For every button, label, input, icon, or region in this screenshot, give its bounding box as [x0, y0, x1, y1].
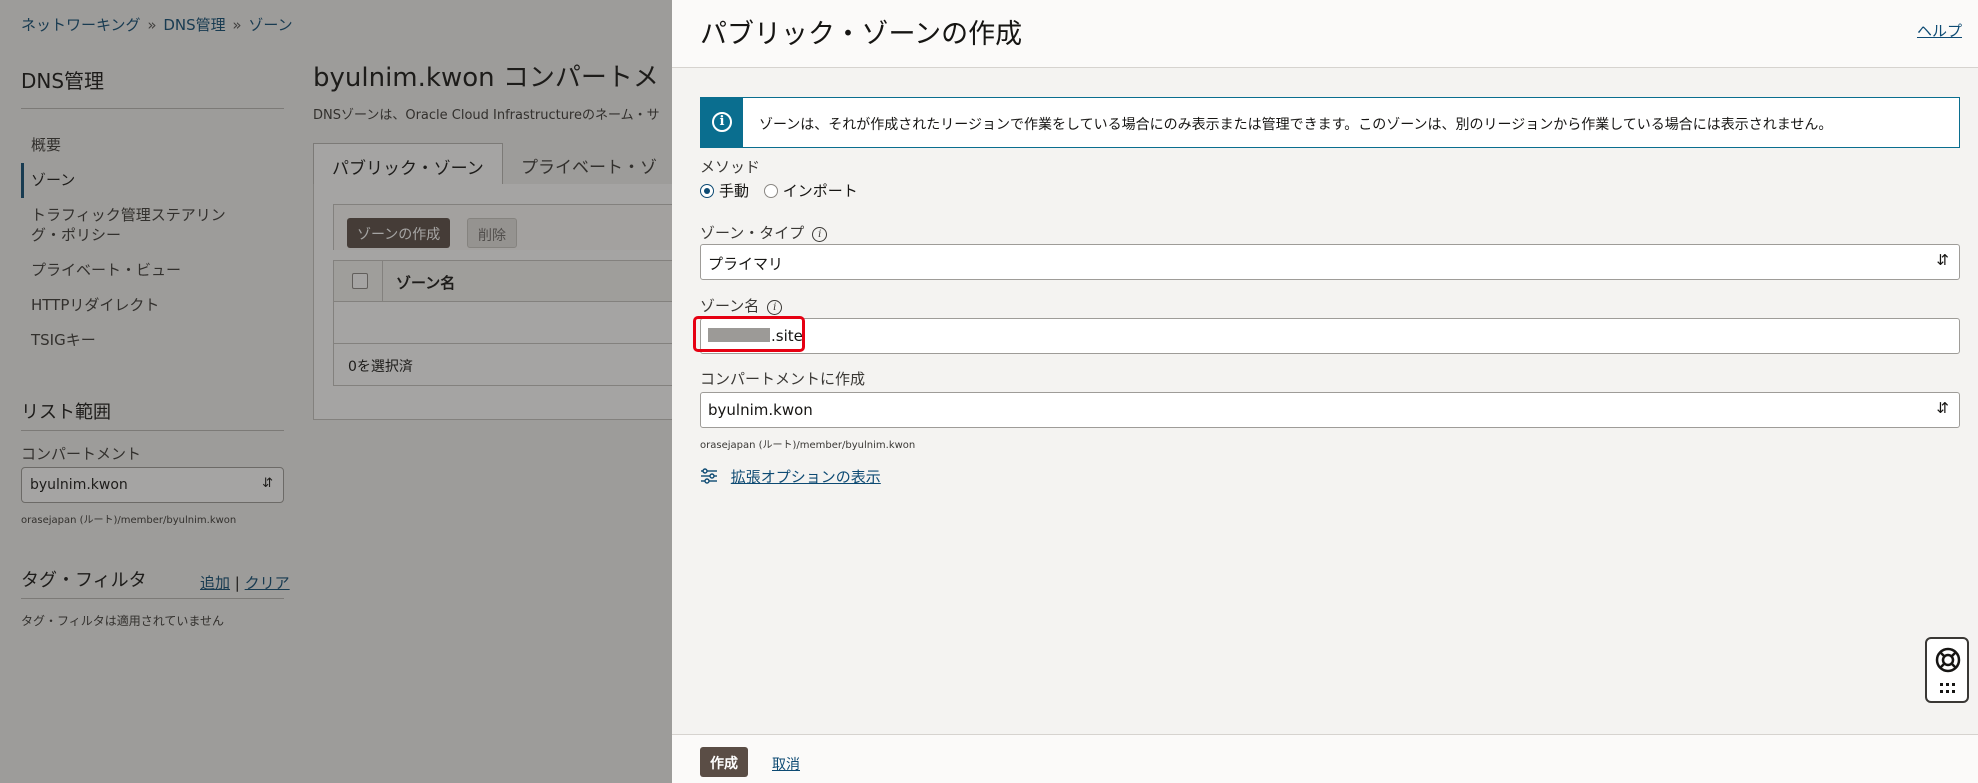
drawer-footer: 作成 取消: [672, 734, 1978, 783]
drawer-header: パブリック・ゾーンの作成 ヘルプ: [672, 0, 1978, 68]
sliders-icon: [700, 468, 723, 486]
zone-name-input[interactable]: .site: [700, 318, 1960, 354]
method-import-label: インポート: [782, 182, 858, 200]
radio-indicator: [763, 183, 778, 198]
lifebuoy-icon: [1935, 647, 1961, 677]
chevron-updown-icon: ⇵: [1936, 399, 1949, 417]
compartment-value: byulnim.kwon: [708, 401, 813, 419]
modal-overlay[interactable]: [0, 0, 672, 783]
method-import-radio[interactable]: インポート: [763, 180, 858, 201]
highlight-box: [693, 316, 805, 352]
compartment-path: orasejapan (ルート)/member/byulnim.kwon: [700, 440, 916, 451]
help-widget[interactable]: [1925, 637, 1969, 703]
info-tooltip-icon[interactable]: i: [767, 300, 783, 315]
zone-type-value: プライマリ: [708, 255, 784, 273]
info-tooltip-icon[interactable]: i: [812, 227, 828, 242]
zone-type-label-text: ゾーン・タイプ: [700, 224, 805, 242]
advanced-options-text: 拡張オプションの表示: [730, 468, 881, 486]
radio-indicator: [700, 183, 714, 198]
create-button[interactable]: 作成: [700, 747, 748, 777]
info-icon: i: [712, 112, 732, 132]
zone-name-label: ゾーン名 i: [700, 295, 783, 316]
method-manual-radio[interactable]: 手動: [700, 180, 749, 201]
chevron-updown-icon: ⇵: [1936, 251, 1949, 269]
info-icon-block: i: [701, 98, 743, 147]
info-alert-text: ゾーンは、それが作成されたリージョンで作業をしている場合にのみ表示または管理でき…: [759, 117, 1833, 133]
method-label: メソッド: [700, 158, 761, 176]
cancel-link[interactable]: 取消: [772, 754, 800, 774]
zone-type-label: ゾーン・タイプ i: [700, 222, 828, 243]
advanced-options-link[interactable]: 拡張オプションの表示: [700, 466, 881, 487]
compartment-label: コンパートメントに作成: [700, 370, 866, 388]
help-link[interactable]: ヘルプ: [1917, 20, 1962, 41]
drawer-title: パブリック・ゾーンの作成: [700, 19, 1023, 50]
grid-icon: [1940, 683, 1956, 696]
method-radio-group: 手動 インポート: [700, 180, 868, 202]
zone-name-label-text: ゾーン名: [700, 297, 760, 315]
compartment-select[interactable]: byulnim.kwon ⇵: [700, 392, 1960, 428]
zone-type-select[interactable]: プライマリ ⇵: [700, 244, 1960, 280]
create-zone-drawer: パブリック・ゾーンの作成 ヘルプ i ゾーンは、それが作成されたリージョンで作業…: [672, 0, 1978, 783]
info-alert: i ゾーンは、それが作成されたリージョンで作業をしている場合にのみ表示または管理…: [700, 97, 1960, 148]
method-manual-label: 手動: [719, 182, 750, 200]
